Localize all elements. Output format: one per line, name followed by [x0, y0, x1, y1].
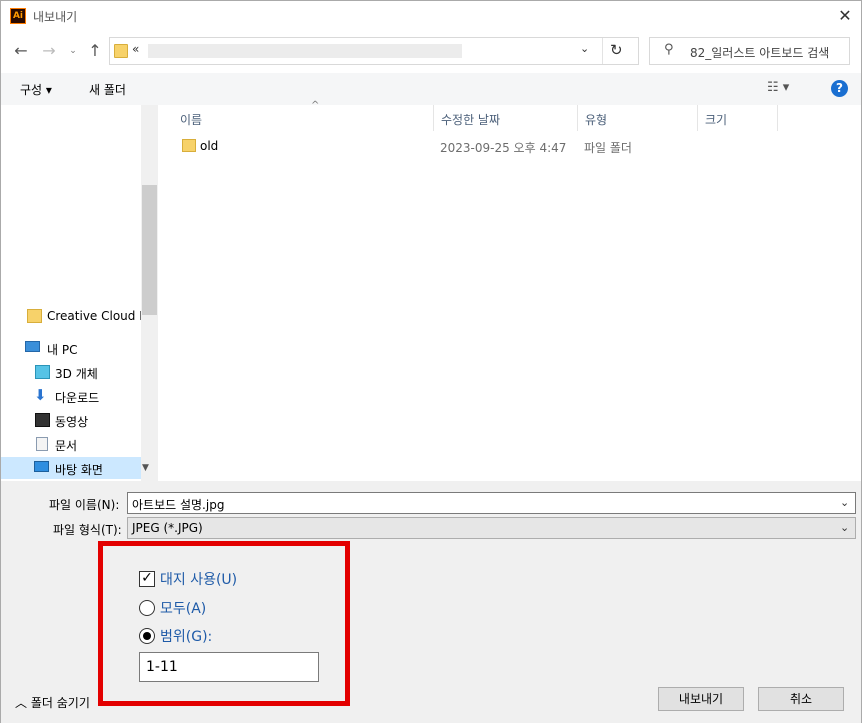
file-name: old	[200, 139, 219, 153]
nav-item-label: 바탕 화면	[55, 463, 103, 477]
chevron-down-icon[interactable]: ⌄	[580, 42, 589, 55]
nav-item-documents[interactable]: 문서	[1, 433, 141, 455]
search-box[interactable]: ⚲ 82_일러스트 아트보드 검색	[649, 37, 850, 65]
file-list: ^ 이름 수정한 날짜 유형 크기 old 2023-09-25 오후 4:47…	[161, 100, 861, 481]
nav-item-label: 다운로드	[55, 391, 100, 405]
desktop-icon	[34, 461, 49, 472]
nav-item-label: 내 PC	[47, 343, 78, 357]
nav-item-label: 동영상	[55, 415, 89, 429]
chevron-up-icon: ︿	[15, 696, 28, 710]
illustrator-app-icon: Ai	[10, 8, 26, 24]
search-input[interactable]: 82_일러스트 아트보드 검색	[690, 44, 829, 61]
chevron-down-icon[interactable]: ⌄	[840, 521, 849, 534]
new-folder-button[interactable]: 새 폴더	[89, 81, 126, 98]
file-date: 2023-09-25 오후 4:47	[440, 141, 567, 155]
up-arrow-icon[interactable]: ↑	[85, 40, 105, 62]
chevron-down-icon[interactable]: ⌄	[840, 496, 849, 509]
forward-arrow-icon[interactable]: →	[39, 40, 59, 62]
nav-item-videos[interactable]: 동영상	[1, 409, 141, 431]
use-artboards-label[interactable]: 대지 사용(U)	[160, 569, 237, 589]
nav-item-3d-objects[interactable]: 3D 개체	[1, 361, 141, 383]
all-label[interactable]: 모두(A)	[160, 598, 206, 618]
recent-locations-chevron-icon[interactable]: ⌄	[63, 40, 83, 62]
column-header-date[interactable]: 수정한 날짜	[434, 105, 578, 131]
filetype-value: JPEG (*.JPG)	[132, 521, 203, 535]
filetype-label: 파일 형식(T):	[53, 523, 122, 537]
help-icon[interactable]: ?	[831, 80, 848, 97]
range-label[interactable]: 범위(G):	[160, 626, 212, 646]
navigation-pane: Creative Cloud Fil 내 PC 3D 개체 ⬇ 다운로드 동영상…	[1, 105, 158, 481]
highlight-box: ✓ 대지 사용(U) 모두(A) 범위(G): 1-11	[98, 541, 350, 706]
nav-item-downloads[interactable]: ⬇ 다운로드	[1, 385, 141, 407]
folder-icon	[182, 139, 196, 152]
title-bar: Ai 내보내기 ✕	[1, 1, 861, 31]
all-radio[interactable]	[139, 600, 155, 616]
column-header-label: 유형	[585, 113, 608, 127]
close-icon[interactable]: ✕	[833, 5, 857, 27]
dialog-footer: 파일 이름(N): 아트보드 설명.jpg ⌄ 파일 형식(T): JPEG (…	[1, 481, 861, 723]
export-button[interactable]: 내보내기	[658, 687, 744, 711]
range-value[interactable]: 1-11	[146, 659, 178, 675]
export-dialog: Ai 내보내기 ✕ ← → ⌄ ↑ « ⌄ ↻ ⚲ 82_일러스트 아트보드 검…	[0, 0, 862, 723]
document-icon	[36, 437, 48, 451]
column-header-label: 이름	[180, 113, 203, 127]
window-title: 내보내기	[33, 10, 78, 24]
hide-folders-label: 폴더 숨기기	[30, 696, 90, 710]
breadcrumb-overflow[interactable]: «	[132, 42, 139, 56]
table-row[interactable]: old 2023-09-25 오후 4:47 파일 폴더	[161, 135, 861, 157]
filetype-select[interactable]: JPEG (*.JPG) ⌄	[127, 517, 856, 539]
search-icon: ⚲	[664, 42, 674, 57]
nav-item-this-pc[interactable]: 내 PC	[1, 337, 141, 359]
computer-icon	[25, 341, 40, 352]
video-icon	[35, 413, 50, 427]
sort-ascending-icon: ^	[311, 100, 320, 111]
refresh-icon[interactable]: ↻	[610, 41, 623, 59]
nav-scrollbar-thumb[interactable]	[142, 185, 157, 315]
column-header-name[interactable]: ^ 이름	[173, 100, 434, 131]
address-bar[interactable]: « ⌄ ↻	[109, 37, 639, 65]
filename-label: 파일 이름(N):	[49, 498, 120, 512]
filename-field[interactable]: 아트보드 설명.jpg ⌄	[127, 492, 856, 514]
file-type: 파일 폴더	[584, 141, 632, 155]
command-bar: 구성 ▾ 새 폴더 ☷ ▾	[1, 73, 861, 105]
download-icon: ⬇	[34, 386, 47, 404]
cancel-button[interactable]: 취소	[758, 687, 844, 711]
nav-item-label: 3D 개체	[55, 367, 98, 381]
column-header-label: 수정한 날짜	[441, 113, 501, 127]
back-arrow-icon[interactable]: ←	[11, 40, 31, 62]
scroll-down-icon[interactable]: ▼	[142, 463, 149, 473]
view-options-icon[interactable]: ☷ ▾	[767, 80, 789, 95]
divider	[602, 38, 603, 64]
nav-item-creative-cloud[interactable]: Creative Cloud Fil	[1, 305, 141, 327]
range-input[interactable]: 1-11	[139, 652, 319, 682]
filename-value[interactable]: 아트보드 설명.jpg	[132, 496, 224, 513]
3d-objects-icon	[35, 365, 50, 379]
hide-folders-toggle[interactable]: ︿ 폴더 숨기기	[15, 694, 90, 711]
creative-cloud-icon	[27, 309, 42, 323]
nav-item-label: 문서	[55, 439, 78, 453]
column-header-type[interactable]: 유형	[578, 105, 698, 131]
organize-menu[interactable]: 구성 ▾	[20, 81, 52, 98]
range-radio[interactable]	[139, 628, 155, 644]
use-artboards-checkbox[interactable]: ✓	[139, 571, 155, 587]
nav-item-label: Creative Cloud Fil	[47, 309, 141, 323]
column-header-size[interactable]: 크기	[698, 105, 778, 131]
breadcrumb-path[interactable]	[148, 44, 462, 58]
folder-icon	[114, 44, 128, 58]
nav-item-desktop[interactable]: 바탕 화면	[1, 457, 141, 479]
column-header-label: 크기	[705, 113, 728, 127]
